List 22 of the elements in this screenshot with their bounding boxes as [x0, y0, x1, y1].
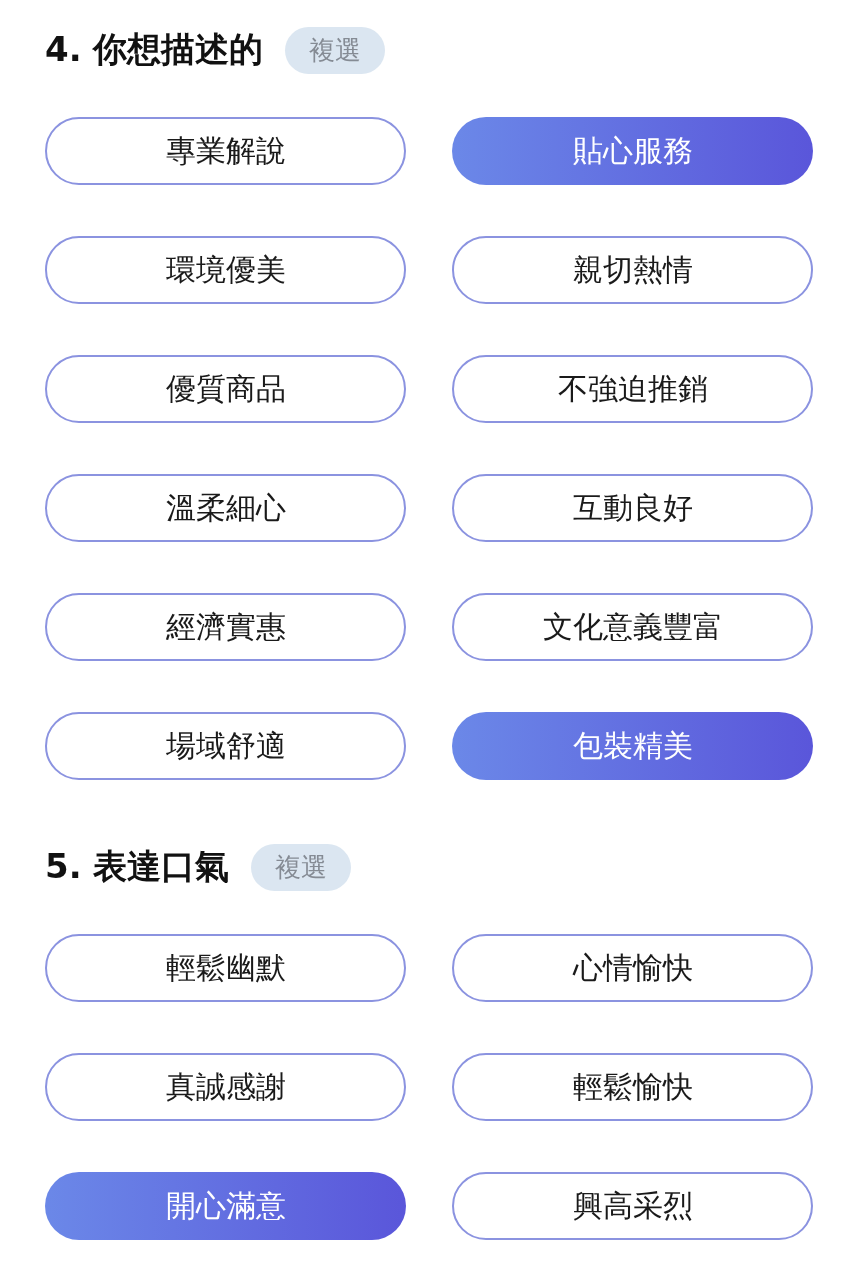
option-chip[interactable]: 興高采烈: [452, 1172, 813, 1240]
option-chip[interactable]: 溫柔細心: [45, 474, 406, 542]
option-chip[interactable]: 互動良好: [452, 474, 813, 542]
option-chip[interactable]: 心情愉快: [452, 934, 813, 1002]
option-chip[interactable]: 文化意義豐富: [452, 593, 813, 661]
option-chip[interactable]: 輕鬆愉快: [452, 1053, 813, 1121]
section-title: 5. 表達口氣: [45, 845, 230, 888]
section-title: 4. 你想描述的: [45, 28, 264, 71]
option-chip[interactable]: 場域舒適: [45, 712, 406, 780]
option-chip[interactable]: 環境優美: [45, 236, 406, 304]
option-chip[interactable]: 貼心服務: [452, 117, 813, 185]
option-chip[interactable]: 開心滿意: [45, 1172, 406, 1240]
multi-select-badge: 複選: [251, 843, 352, 891]
option-chip[interactable]: 真誠感謝: [45, 1053, 406, 1121]
option-chip[interactable]: 包裝精美: [452, 712, 813, 780]
option-chip[interactable]: 優質商品: [45, 355, 406, 423]
option-chip[interactable]: 專業解說: [45, 117, 406, 185]
option-chip[interactable]: 輕鬆幽默: [45, 934, 406, 1002]
option-chip[interactable]: 不強迫推銷: [452, 355, 813, 423]
option-chip[interactable]: 經濟實惠: [45, 593, 406, 661]
multi-select-badge: 複選: [285, 26, 386, 74]
option-chip[interactable]: 親切熱情: [452, 236, 813, 304]
